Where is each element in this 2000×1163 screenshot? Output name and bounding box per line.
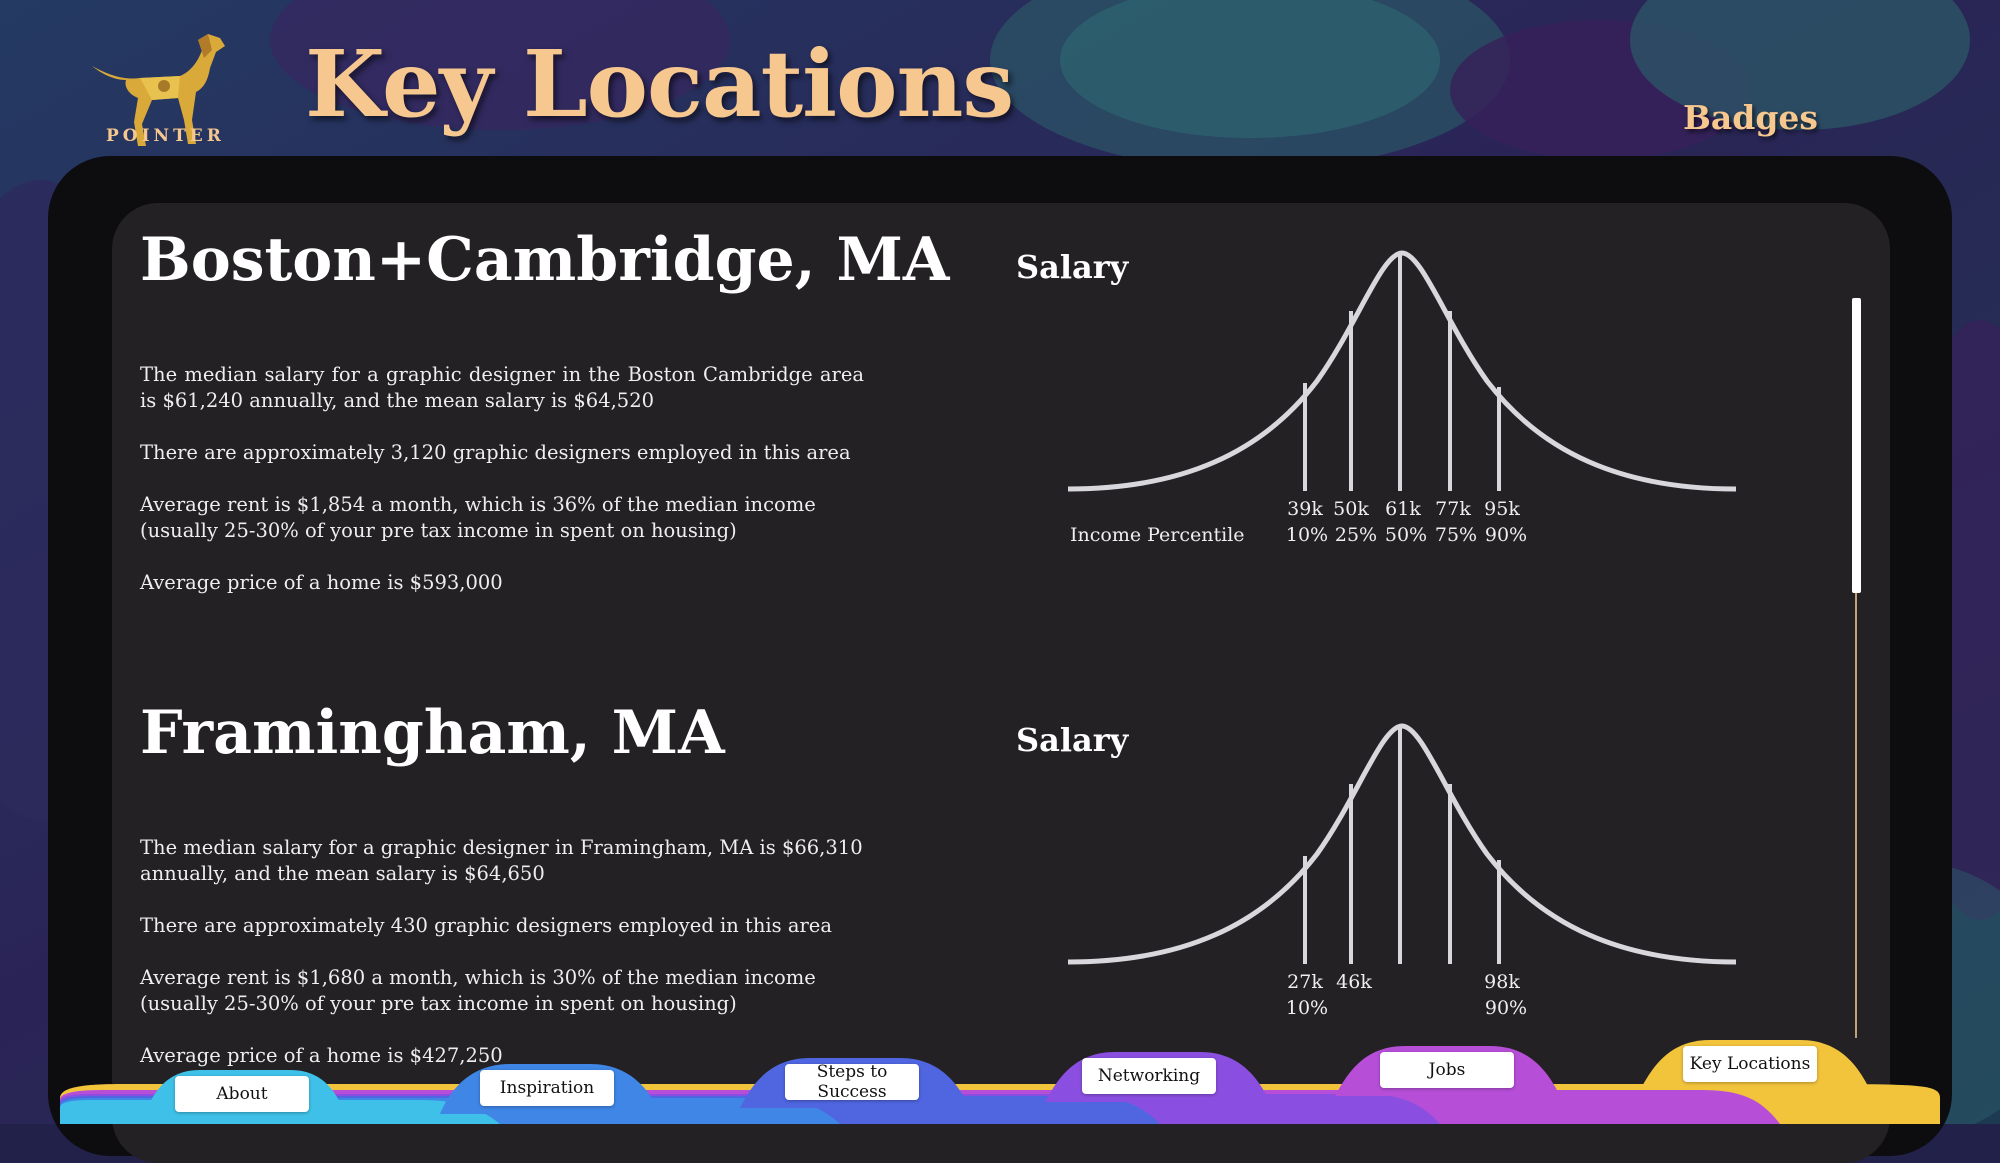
tab-inspiration[interactable]: Inspiration bbox=[480, 1070, 614, 1106]
salary-tick-10: 27k bbox=[1287, 971, 1323, 993]
rent-text: Average rent is $1,854 a month, which is… bbox=[140, 493, 816, 542]
home-price-text: Average price of a home is $593,000 bbox=[140, 571, 503, 594]
tab-networking[interactable]: Networking bbox=[1082, 1058, 1216, 1094]
percentile-tick-90: 90% bbox=[1485, 524, 1527, 546]
salary-tick-10: 39k bbox=[1287, 498, 1323, 520]
salary-tick-90: 98k bbox=[1484, 971, 1520, 993]
percentile-tick-75: 75% bbox=[1435, 524, 1477, 546]
salary-tick-90: 95k bbox=[1484, 498, 1520, 520]
content-panel: Boston+Cambridge, MA The median salary f… bbox=[112, 203, 1890, 1163]
percentile-tick-50: 50% bbox=[1385, 524, 1427, 546]
percentile-tick-10: 10% bbox=[1286, 997, 1328, 1019]
employment-text: There are approximately 430 graphic desi… bbox=[140, 914, 832, 937]
percentile-tick-25: 25% bbox=[1335, 524, 1377, 546]
tab-steps-to-success[interactable]: Steps to Success bbox=[785, 1062, 919, 1102]
page-title: Key Locations bbox=[305, 30, 1014, 138]
percentile-tick-90: 90% bbox=[1485, 997, 1527, 1019]
salary-tick-25: 50k bbox=[1333, 498, 1369, 520]
salary-bell-curve-chart: 27k 46k 98k 10% 90% bbox=[1067, 723, 1737, 1019]
salary-tick-50: 61k bbox=[1385, 498, 1421, 520]
location-title: Boston+Cambridge, MA bbox=[140, 225, 950, 295]
logo-wordmark: POINTER bbox=[106, 126, 225, 146]
chart-xlabel: Income Percentile bbox=[1070, 524, 1245, 546]
tab-about[interactable]: About bbox=[175, 1076, 309, 1112]
rent-text: Average rent is $1,680 a month, which is… bbox=[140, 966, 816, 1015]
badges-link[interactable]: Badges bbox=[1683, 98, 1818, 137]
location-title: Framingham, MA bbox=[140, 698, 725, 768]
employment-text: There are approximately 3,120 graphic de… bbox=[140, 441, 851, 464]
median-salary-text: The median salary for a graphic designer… bbox=[140, 363, 864, 412]
tab-key-locations[interactable]: Key Locations bbox=[1683, 1046, 1817, 1082]
percentile-tick-10: 10% bbox=[1286, 524, 1328, 546]
tab-jobs[interactable]: Jobs bbox=[1380, 1052, 1514, 1088]
salary-tick-75: 77k bbox=[1435, 498, 1471, 520]
salary-tick-25: 46k bbox=[1336, 971, 1372, 993]
scrollbar-thumb[interactable] bbox=[1852, 298, 1861, 593]
salary-bell-curve-chart: 39k 50k 61k 77k 95k 10% 25% 50% 75% 90% … bbox=[1067, 250, 1737, 546]
median-salary-text: The median salary for a graphic designer… bbox=[140, 836, 863, 885]
location-description: The median salary for a graphic designer… bbox=[140, 362, 864, 622]
